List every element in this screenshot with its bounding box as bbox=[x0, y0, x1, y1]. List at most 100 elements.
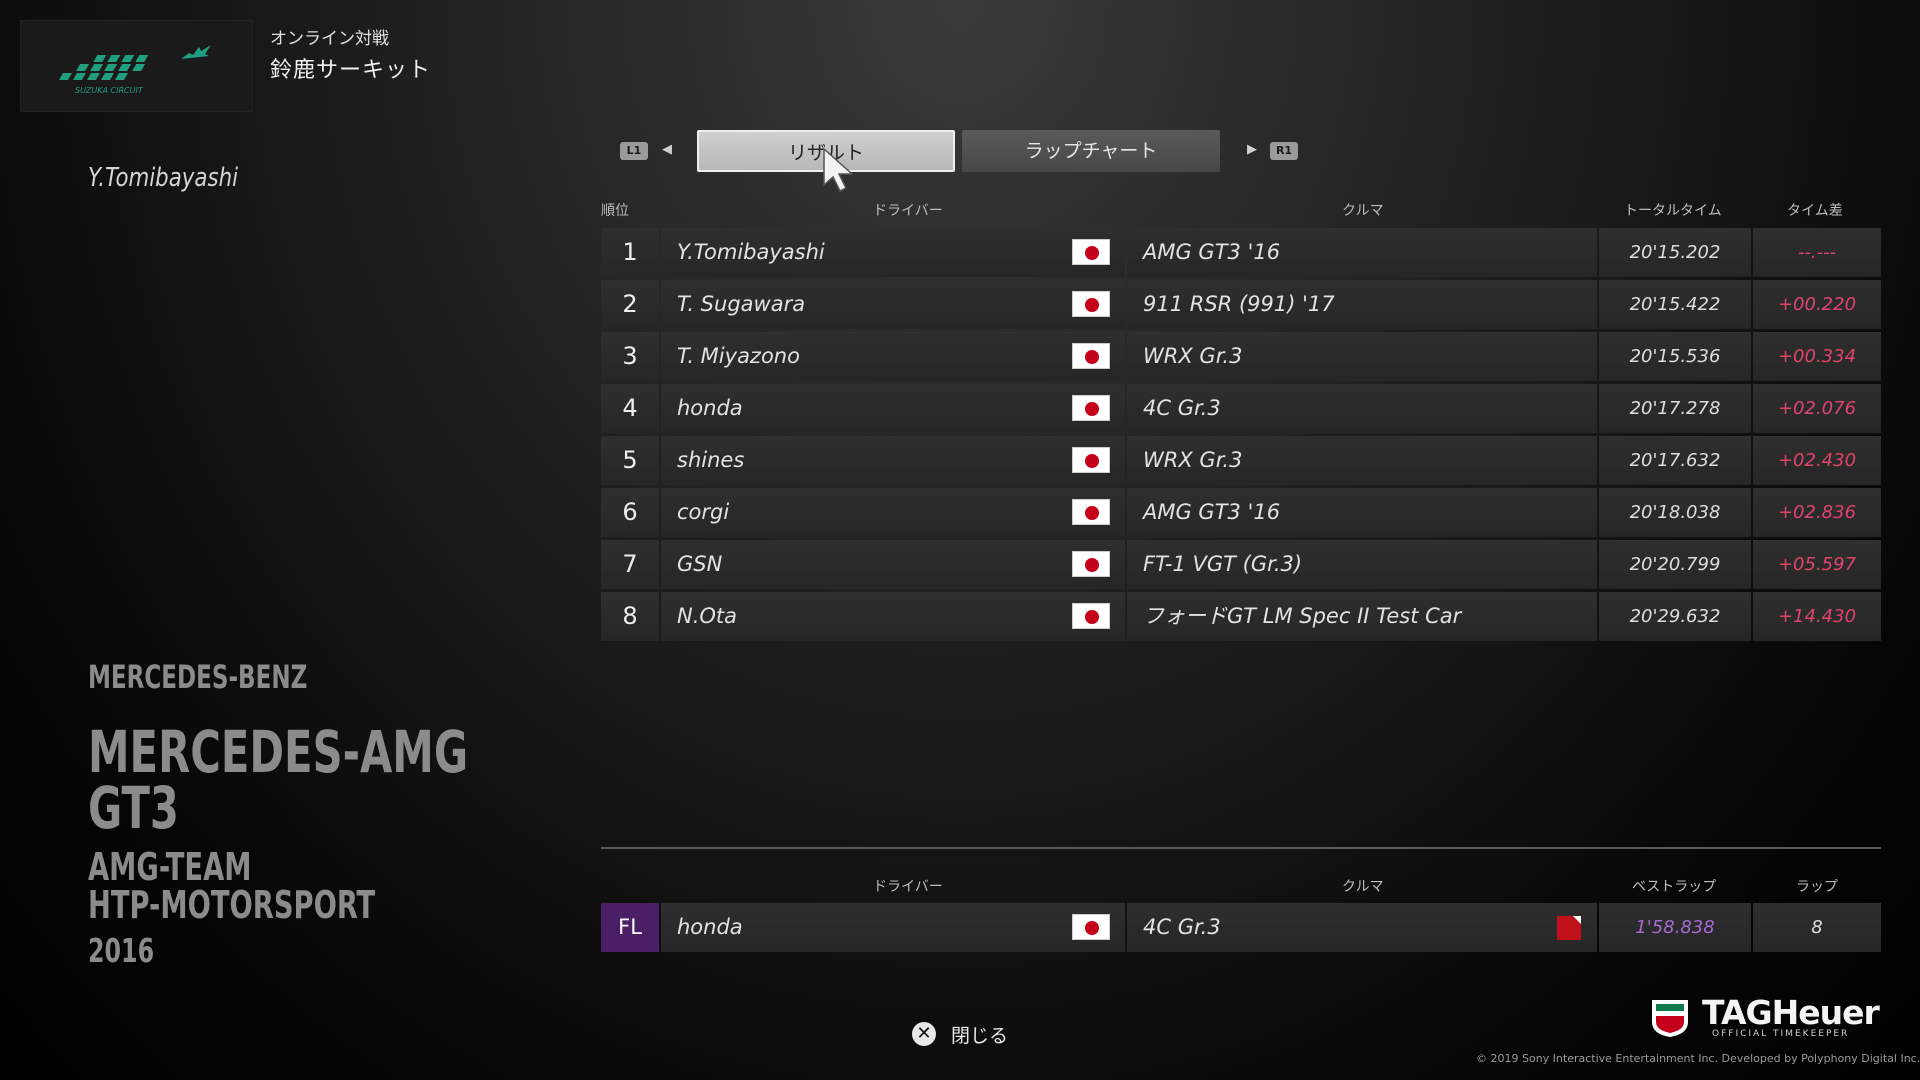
section-divider bbox=[601, 847, 1881, 849]
tab-prev-arrow-icon[interactable]: ◀ bbox=[662, 142, 672, 157]
row-car: WRX Gr.3 bbox=[1143, 344, 1243, 368]
fastest-lap-badge: FL bbox=[601, 903, 659, 952]
tyre-icon bbox=[1557, 916, 1581, 940]
row-total-time: 20'17.278 bbox=[1599, 384, 1751, 433]
row-driver: shines bbox=[677, 448, 745, 472]
tab-next-arrow-icon[interactable]: ▶ bbox=[1247, 142, 1257, 157]
fl-best-lap: 1'58.838 bbox=[1599, 903, 1751, 952]
circuit-logo-text: SUZUKA CIRCUIT bbox=[75, 86, 144, 95]
japan-flag-icon bbox=[1072, 914, 1110, 940]
table-row[interactable]: 8 N.Ota フォードGT LM Spec II Test Car 20'29… bbox=[601, 592, 1881, 641]
cross-button-icon[interactable]: ✕ bbox=[912, 1022, 936, 1046]
japan-flag-icon bbox=[1072, 291, 1110, 317]
japan-flag-icon bbox=[1072, 447, 1110, 473]
row-driver: T. Miyazono bbox=[677, 344, 800, 368]
fl-header-driver: ドライバー bbox=[873, 879, 943, 895]
circuit-logo: SUZUKA CIRCUIT bbox=[20, 20, 253, 112]
row-driver-cell: T. Miyazono bbox=[661, 332, 1125, 381]
row-car: フォードGT LM Spec II Test Car bbox=[1143, 604, 1462, 628]
table-row[interactable]: 5 shines WRX Gr.3 20'17.632 +02.430 bbox=[601, 436, 1881, 485]
fl-driver-cell: honda bbox=[661, 903, 1125, 952]
row-position: 8 bbox=[601, 592, 659, 641]
row-total-time: 20'29.632 bbox=[1599, 592, 1751, 641]
row-position: 5 bbox=[601, 436, 659, 485]
fl-header-lap: ラップ bbox=[1796, 879, 1838, 895]
row-gap: --.--- bbox=[1753, 228, 1881, 277]
row-car-cell: AMG GT3 '16 bbox=[1127, 488, 1597, 537]
row-gap: +02.430 bbox=[1753, 436, 1881, 485]
table-row[interactable]: 6 corgi AMG GT3 '16 20'18.038 +02.836 bbox=[601, 488, 1881, 537]
fl-lap: 8 bbox=[1753, 903, 1881, 952]
row-position: 1 bbox=[601, 228, 659, 277]
l1-button-icon[interactable]: L1 bbox=[620, 142, 648, 160]
table-row[interactable]: 4 honda 4C Gr.3 20'17.278 +02.076 bbox=[601, 384, 1881, 433]
table-row[interactable]: 1 Y.Tomibayashi AMG GT3 '16 20'15.202 --… bbox=[601, 228, 1881, 277]
fl-car-cell: 4C Gr.3 bbox=[1127, 903, 1597, 952]
tab-lap-chart[interactable]: ラップチャート bbox=[962, 130, 1220, 172]
row-total-time: 20'15.536 bbox=[1599, 332, 1751, 381]
row-car-cell: AMG GT3 '16 bbox=[1127, 228, 1597, 277]
row-driver-cell: Y.Tomibayashi bbox=[661, 228, 1125, 277]
fl-header-car: クルマ bbox=[1342, 879, 1384, 895]
fl-car: 4C Gr.3 bbox=[1143, 915, 1221, 939]
close-button[interactable]: 閉じる bbox=[951, 1021, 1008, 1048]
row-driver-cell: honda bbox=[661, 384, 1125, 433]
row-car: AMG GT3 '16 bbox=[1143, 500, 1281, 524]
fl-header-best-lap: ベストラップ bbox=[1632, 879, 1717, 895]
row-gap: +00.334 bbox=[1753, 332, 1881, 381]
fastest-lap-row[interactable]: FL honda 4C Gr.3 1'58.838 8 bbox=[601, 903, 1881, 952]
row-driver-cell: T. Sugawara bbox=[661, 280, 1125, 329]
row-car-cell: WRX Gr.3 bbox=[1127, 332, 1597, 381]
copyright: © 2019 Sony Interactive Entertainment In… bbox=[1476, 1052, 1920, 1065]
row-car: AMG GT3 '16 bbox=[1143, 240, 1281, 264]
table-row[interactable]: 2 T. Sugawara 911 RSR (991) '17 20'15.42… bbox=[601, 280, 1881, 329]
japan-flag-icon bbox=[1072, 551, 1110, 577]
row-car: FT-1 VGT (Gr.3) bbox=[1143, 552, 1303, 576]
car-team: AMG-TEAM HTP-MOTORSPORT bbox=[88, 848, 375, 924]
row-gap: +00.220 bbox=[1753, 280, 1881, 329]
header-position: 順位 bbox=[601, 203, 629, 219]
header-car: クルマ bbox=[1342, 203, 1384, 219]
row-total-time: 20'15.422 bbox=[1599, 280, 1751, 329]
row-driver: Y.Tomibayashi bbox=[677, 240, 825, 264]
tag-heuer-shield-icon bbox=[1652, 1000, 1688, 1037]
player-name: Y.Tomibayashi bbox=[88, 163, 239, 193]
japan-flag-icon bbox=[1072, 499, 1110, 525]
row-driver-cell: GSN bbox=[661, 540, 1125, 589]
row-car-cell: FT-1 VGT (Gr.3) bbox=[1127, 540, 1597, 589]
row-car-cell: 4C Gr.3 bbox=[1127, 384, 1597, 433]
row-total-time: 20'17.632 bbox=[1599, 436, 1751, 485]
row-car: WRX Gr.3 bbox=[1143, 448, 1243, 472]
row-driver: T. Sugawara bbox=[677, 292, 806, 316]
row-position: 7 bbox=[601, 540, 659, 589]
row-gap: +14.430 bbox=[1753, 592, 1881, 641]
header-driver: ドライバー bbox=[873, 203, 943, 219]
row-position: 4 bbox=[601, 384, 659, 433]
row-driver: honda bbox=[677, 396, 743, 420]
japan-flag-icon bbox=[1072, 395, 1110, 421]
row-car-cell: 911 RSR (991) '17 bbox=[1127, 280, 1597, 329]
r1-button-icon[interactable]: R1 bbox=[1270, 142, 1298, 160]
table-row[interactable]: 3 T. Miyazono WRX Gr.3 20'15.536 +00.334 bbox=[601, 332, 1881, 381]
row-driver-cell: shines bbox=[661, 436, 1125, 485]
row-driver-cell: N.Ota bbox=[661, 592, 1125, 641]
row-position: 6 bbox=[601, 488, 659, 537]
car-year: 2016 bbox=[88, 931, 155, 970]
japan-flag-icon bbox=[1072, 239, 1110, 265]
pointer-cursor-icon bbox=[823, 147, 854, 193]
sponsor-subtitle: OFFICIAL TIMEKEEPER bbox=[1712, 1029, 1850, 1039]
row-driver: N.Ota bbox=[677, 604, 738, 628]
sponsor-logo: TAGHeuer bbox=[1702, 993, 1880, 1032]
fl-driver: honda bbox=[677, 915, 743, 939]
row-car-cell: WRX Gr.3 bbox=[1127, 436, 1597, 485]
car-team-line1: AMG-TEAM bbox=[88, 845, 252, 889]
row-gap: +02.076 bbox=[1753, 384, 1881, 433]
car-team-line2: HTP-MOTORSPORT bbox=[88, 883, 376, 927]
car-maker: MERCEDES-BENZ bbox=[88, 658, 308, 696]
row-position: 2 bbox=[601, 280, 659, 329]
car-model-line2: GT3 bbox=[88, 774, 179, 842]
table-row[interactable]: 7 GSN FT-1 VGT (Gr.3) 20'20.799 +05.597 bbox=[601, 540, 1881, 589]
event-mode: オンライン対戦 bbox=[270, 29, 389, 49]
row-gap: +05.597 bbox=[1753, 540, 1881, 589]
header-total-time: トータルタイム bbox=[1624, 203, 1722, 219]
